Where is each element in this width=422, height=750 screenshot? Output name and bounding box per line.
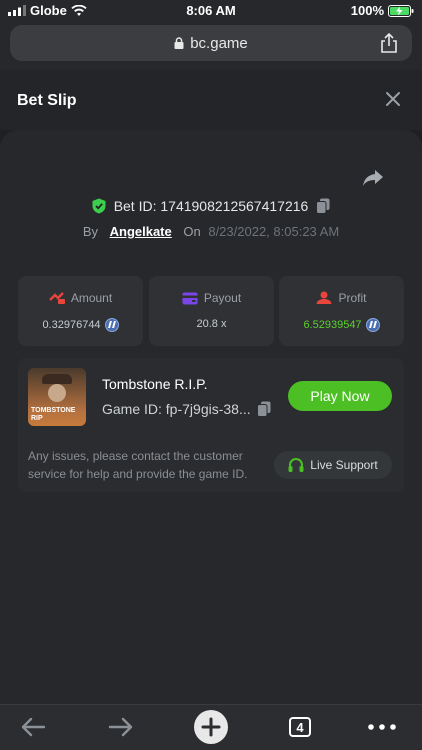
profit-icon (316, 291, 332, 304)
username-link[interactable]: Angelkate (110, 224, 172, 239)
bet-byline: By Angelkate On 8/23/2022, 8:05:23 AM (0, 224, 422, 239)
back-arrow-icon[interactable] (20, 717, 46, 737)
address-bar[interactable]: bc.game (10, 25, 412, 61)
profit-label: Profit (338, 291, 367, 305)
bet-id-row: Bet ID: 1741908212567417216 (0, 198, 422, 214)
status-bar: Globe 8:06 AM 100% (0, 0, 422, 22)
browser-bottom-bar: 4 (0, 704, 422, 750)
payout-value: 20.8 x (196, 318, 227, 330)
headset-icon (288, 457, 304, 472)
bet-id: Bet ID: 1741908212567417216 (113, 198, 309, 214)
live-support-label: Live Support (310, 458, 378, 472)
game-id: Game ID: fp-7j9gis-38... (102, 401, 251, 417)
verified-shield-icon (92, 198, 106, 214)
url-text: bc.game (190, 34, 248, 52)
thumb-text-2: RIP (31, 415, 43, 422)
wallet-icon (182, 292, 198, 304)
plus-icon (201, 717, 221, 737)
thumb-text-1: TOMBSTONE (31, 407, 76, 414)
browser-toolbar: bc.game (0, 22, 422, 70)
battery-percent: 100% (350, 3, 384, 18)
coin-icon (365, 318, 380, 332)
play-now-button[interactable]: Play Now (288, 381, 392, 411)
page-title: Bet Slip (17, 92, 77, 109)
lock-icon (174, 37, 184, 49)
close-icon[interactable] (384, 90, 402, 108)
coin-icon (104, 318, 119, 332)
more-options-icon[interactable] (368, 724, 396, 730)
copy-icon[interactable] (256, 401, 271, 417)
support-notice: Any issues, please contact the customer … (28, 449, 248, 481)
tabs-button[interactable]: 4 (289, 717, 311, 737)
game-thumbnail[interactable]: TOMBSTONE RIP (28, 368, 86, 426)
payout-label: Payout (203, 291, 242, 305)
game-id-row: Game ID: fp-7j9gis-38... (102, 401, 271, 417)
share-arrow-icon[interactable] (362, 168, 384, 188)
profit-card: Profit 6.52939547 (279, 276, 404, 346)
amount-card: Amount 0.32976744 (18, 276, 143, 346)
profit-value: 6.52939547 (303, 319, 362, 331)
payout-card: Payout 20.8 x (149, 276, 274, 346)
live-support-button[interactable]: Live Support (274, 451, 392, 479)
copy-icon[interactable] (316, 198, 330, 214)
battery-info: 100% (351, 3, 414, 18)
game-name: Tombstone R.I.P. (102, 376, 208, 392)
forward-arrow-icon[interactable] (108, 717, 134, 737)
amount-icon (48, 292, 65, 304)
share-icon[interactable] (380, 33, 398, 53)
by-label: By (82, 224, 98, 239)
amount-value: 0.32976744 (42, 319, 101, 331)
amount-label: Amount (70, 291, 113, 305)
game-panel: TOMBSTONE RIP Tombstone R.I.P. Game ID: … (18, 358, 404, 492)
battery-charging-icon (388, 4, 414, 17)
on-label: On (183, 224, 201, 239)
new-tab-button[interactable] (194, 710, 228, 744)
bet-slip-header: Bet Slip (0, 70, 422, 130)
bet-date: 8/23/2022, 8:05:23 AM (208, 224, 340, 239)
